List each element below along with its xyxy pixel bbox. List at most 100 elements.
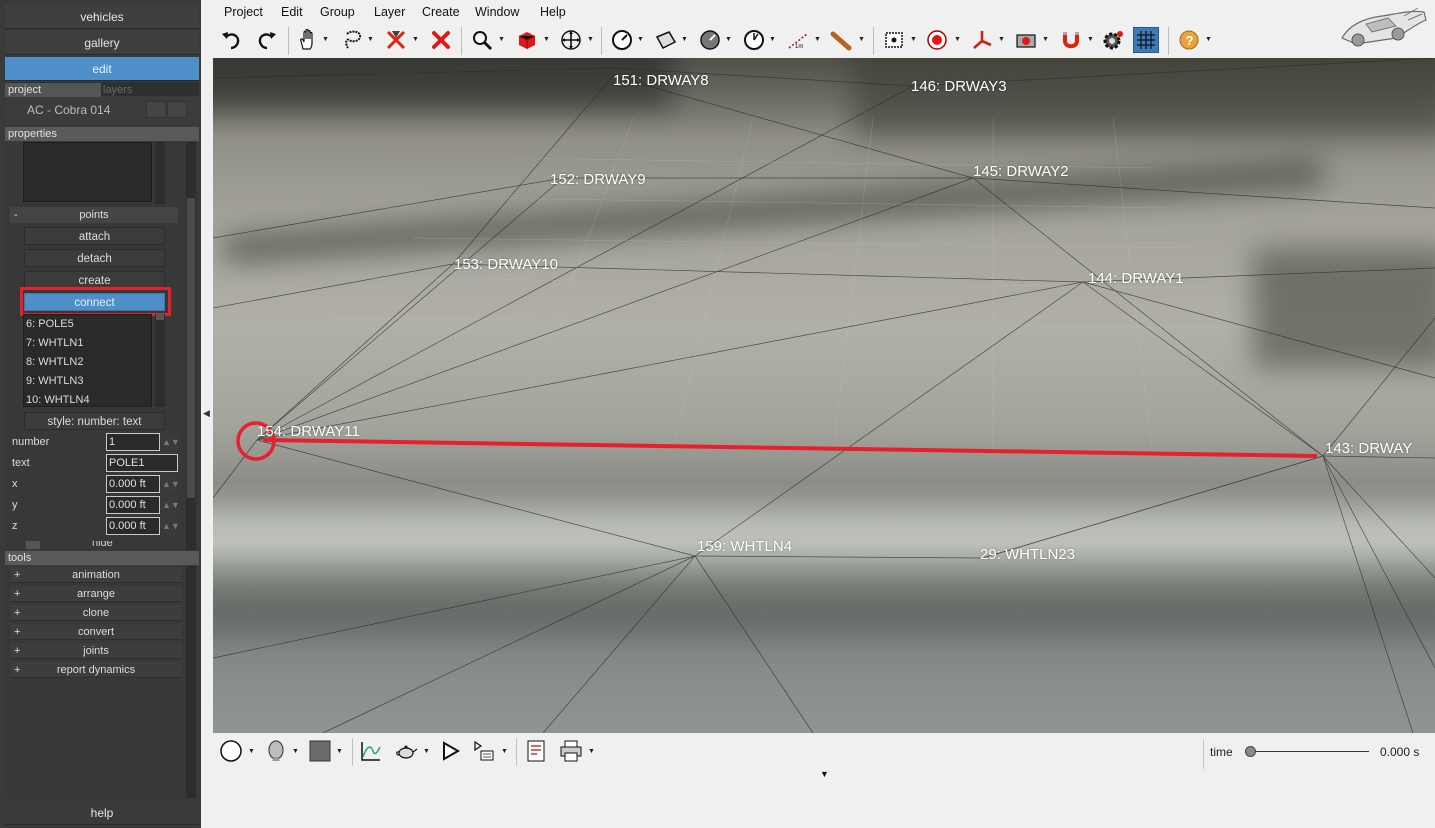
head-icon[interactable]	[263, 738, 289, 764]
zoom-icon[interactable]	[469, 27, 495, 53]
tool-convert[interactable]: + convert	[10, 624, 182, 640]
dropdown-arrow-icon[interactable]: ▼	[367, 36, 374, 43]
dropdown-arrow-icon[interactable]: ▼	[1087, 36, 1094, 43]
camera-icon[interactable]	[1013, 27, 1039, 53]
time-slider-handle[interactable]	[1245, 746, 1256, 757]
x-field[interactable]: 0.000 ft	[106, 475, 160, 493]
delete-icon[interactable]	[428, 27, 454, 53]
list-item[interactable]: 9: WHTLN3	[24, 372, 151, 391]
hide-checkbox[interactable]	[26, 541, 40, 549]
edit-button[interactable]: edit	[5, 57, 199, 81]
report-icon[interactable]	[523, 738, 549, 764]
properties-scroll-thumb[interactable]	[187, 198, 195, 498]
gear-icon[interactable]	[1100, 27, 1126, 53]
undo-icon[interactable]	[218, 27, 244, 53]
tab-project[interactable]: project	[5, 83, 101, 97]
tools-scrollbar[interactable]	[186, 566, 196, 798]
number-field[interactable]: 1	[106, 433, 160, 451]
dropdown-arrow-icon[interactable]: ▼	[1205, 36, 1212, 43]
magnet-icon[interactable]	[1058, 27, 1084, 53]
bat-icon[interactable]	[829, 27, 855, 53]
dropdown-arrow-icon[interactable]: ▼	[543, 36, 550, 43]
dropdown-arrow-icon[interactable]: ▼	[588, 748, 595, 755]
tool-animation[interactable]: + animation	[10, 567, 182, 583]
dropdown-arrow-icon[interactable]: ▼	[858, 36, 865, 43]
graph-icon[interactable]	[358, 738, 384, 764]
node-label[interactable]: 152: DRWAY9	[550, 171, 646, 188]
dropdown-arrow-icon[interactable]: ▼	[587, 36, 594, 43]
print-icon[interactable]	[558, 738, 584, 764]
detach-button[interactable]: detach	[24, 249, 165, 267]
vehicles-button[interactable]: vehicles	[5, 5, 199, 29]
collapse-panel-icon[interactable]: ◀	[203, 408, 211, 420]
dropdown-arrow-icon[interactable]: ▼	[814, 36, 821, 43]
tab-layers[interactable]: layers	[101, 83, 197, 97]
points-list-scroll-thumb[interactable]	[156, 314, 164, 320]
properties-scrollbar[interactable]	[186, 142, 196, 550]
list-item[interactable]: 8: WHTLN2	[24, 353, 151, 372]
dial-icon[interactable]	[697, 27, 723, 53]
dropdown-arrow-icon[interactable]: ▼	[336, 748, 343, 755]
menu-edit[interactable]: Edit	[281, 5, 303, 19]
attach-button[interactable]: attach	[24, 227, 165, 245]
z-field[interactable]: 0.000 ft	[106, 517, 160, 535]
project-option-a[interactable]	[146, 101, 166, 118]
node-label[interactable]: 29: WHTLN23	[980, 546, 1075, 563]
dropdown-arrow-icon[interactable]: ▼	[998, 36, 1005, 43]
dropdown-arrow-icon[interactable]: ▼	[412, 36, 419, 43]
gauge-icon[interactable]	[609, 27, 635, 53]
circle-shape-icon[interactable]	[218, 738, 244, 764]
dropdown-arrow-icon[interactable]: ▼	[423, 748, 430, 755]
node-label[interactable]: 153: DRWAY10	[454, 256, 558, 273]
dropdown-arrow-icon[interactable]: ▼	[322, 36, 329, 43]
dropdown-arrow-icon[interactable]: ▼	[681, 36, 688, 43]
menu-help[interactable]: Help	[540, 5, 566, 19]
target-icon[interactable]	[924, 27, 950, 53]
dropdown-arrow-icon[interactable]: ▼	[248, 748, 255, 755]
3d-viewport[interactable]: 151: DRWAY8 146: DRWAY3 152: DRWAY9 145:…	[213, 58, 1435, 733]
move-icon[interactable]	[558, 27, 584, 53]
preview-scrollbar[interactable]	[155, 142, 165, 204]
menu-group[interactable]: Group	[320, 5, 355, 19]
menu-window[interactable]: Window	[475, 5, 519, 19]
expand-panel-icon[interactable]: ▼	[820, 769, 830, 779]
list-item[interactable]: 10: WHTLN4	[24, 391, 151, 410]
tool-joints[interactable]: + joints	[10, 643, 182, 659]
list-item[interactable]: 7: WHTLN1	[24, 334, 151, 353]
dropdown-arrow-icon[interactable]: ▼	[1042, 36, 1049, 43]
y-spinner[interactable]: ▲▼	[162, 496, 180, 514]
tool-clone[interactable]: + clone	[10, 605, 182, 621]
node-label[interactable]: 145: DRWAY2	[973, 163, 1069, 180]
sequence-icon[interactable]	[471, 738, 497, 764]
style-button[interactable]: style: number: text	[24, 412, 165, 430]
node-label[interactable]: 151: DRWAY8	[613, 72, 709, 89]
axes-icon[interactable]	[969, 27, 995, 53]
dropdown-arrow-icon[interactable]: ▼	[501, 748, 508, 755]
node-label[interactable]: 154: DRWAY11	[257, 423, 360, 440]
tool-report-dynamics[interactable]: + report dynamics	[10, 662, 182, 678]
node-label[interactable]: 146: DRWAY3	[911, 78, 1007, 95]
delete-point-icon[interactable]	[383, 27, 409, 53]
node-label[interactable]: 143: DRWAY	[1325, 440, 1412, 457]
measure-icon[interactable]: 1m	[785, 27, 811, 53]
node-label[interactable]: 159: WHTLN4	[697, 538, 792, 555]
z-spinner[interactable]: ▲▼	[162, 517, 180, 535]
points-list[interactable]: 6: POLE5 7: WHTLN1 8: WHTLN2 9: WHTLN3 1…	[23, 314, 152, 407]
dropdown-arrow-icon[interactable]: ▼	[637, 36, 644, 43]
help-button[interactable]: help	[5, 801, 199, 825]
hand-icon[interactable]	[295, 27, 321, 53]
play-icon[interactable]	[437, 738, 463, 764]
points-section-header[interactable]: - points	[10, 207, 178, 223]
dropdown-arrow-icon[interactable]: ▼	[292, 748, 299, 755]
points-list-scrollbar[interactable]	[155, 314, 165, 407]
node-label[interactable]: 144: DRWAY1	[1088, 270, 1184, 287]
protractor-icon[interactable]	[741, 27, 767, 53]
x-spinner[interactable]: ▲▼	[162, 475, 180, 493]
gallery-button[interactable]: gallery	[5, 31, 199, 55]
camera-target-icon[interactable]	[881, 27, 907, 53]
surface-icon[interactable]	[653, 27, 679, 53]
tool-arrange[interactable]: + arrange	[10, 586, 182, 602]
list-item[interactable]: 6: POLE5	[24, 315, 151, 334]
menu-layer[interactable]: Layer	[374, 5, 405, 19]
dropdown-arrow-icon[interactable]: ▼	[910, 36, 917, 43]
